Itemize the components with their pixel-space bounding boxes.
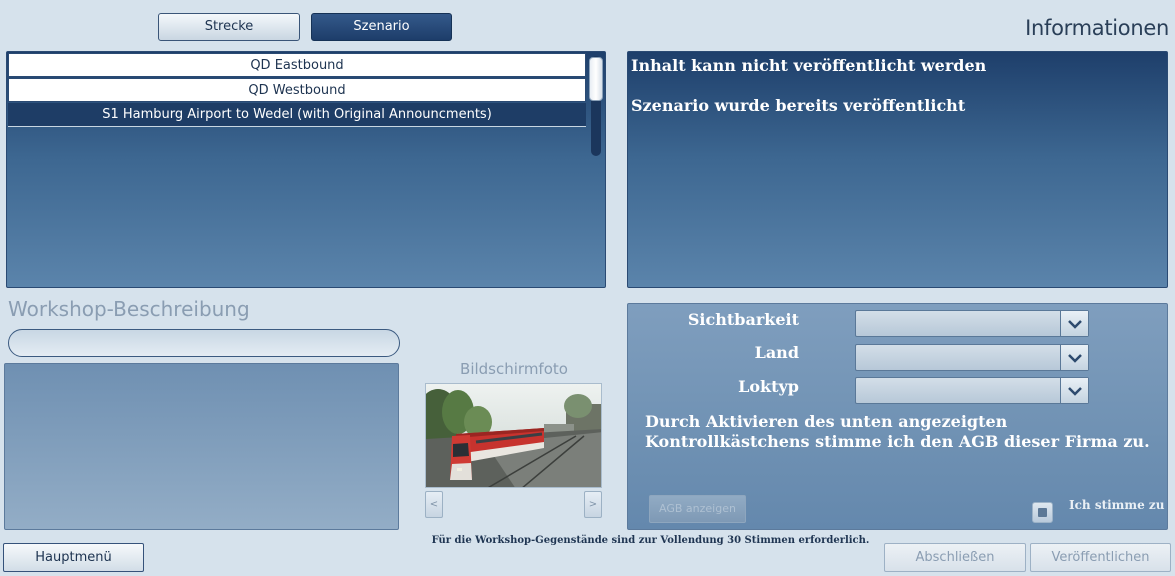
agree-checkbox[interactable] (1032, 502, 1053, 523)
train-screenshot-image (426, 384, 601, 487)
screenshot-preview (425, 383, 602, 488)
chevron-down-icon[interactable] (1060, 311, 1088, 336)
screenshot-label: Bildschirmfoto (460, 360, 568, 378)
scenario-list: QD Eastbound QD Westbound S1 Hamburg Air… (6, 51, 606, 288)
list-scrollbar-thumb[interactable] (589, 57, 603, 101)
loco-type-select[interactable] (855, 377, 1089, 404)
tab-szenario[interactable]: Szenario (311, 13, 452, 41)
country-label: Land (754, 343, 799, 362)
publish-settings-panel: Sichtbarkeit Land Loktyp Durch Aktiviere… (627, 303, 1168, 530)
list-item-selected[interactable]: S1 Hamburg Airport to Wedel (with Origin… (8, 103, 586, 127)
show-terms-button[interactable]: AGB anzeigen (649, 495, 746, 523)
screenshot-prev-button[interactable]: < (425, 491, 443, 518)
loco-type-label: Loktyp (738, 377, 799, 396)
info-message-publish: Inhalt kann nicht veröffentlicht werden (631, 56, 987, 75)
vote-requirement-note: Für die Workshop-Gegenstände sind zur Vo… (431, 535, 870, 546)
finish-button[interactable]: Abschließen (884, 543, 1026, 572)
chevron-down-icon[interactable] (1060, 378, 1088, 403)
main-menu-button[interactable]: Hauptmenü (3, 543, 144, 572)
chevron-down-icon[interactable] (1060, 345, 1088, 370)
screenshot-next-button[interactable]: > (584, 491, 602, 518)
terms-agreement-text: Durch Aktivieren des unten angezeigten K… (645, 412, 1150, 451)
info-message-published: Szenario wurde bereits veröffentlicht (631, 96, 966, 115)
publish-button[interactable]: Veröffentlichen (1030, 543, 1171, 572)
info-panel: Inhalt kann nicht veröffentlicht werden … (627, 51, 1168, 288)
checkbox-indicator (1038, 508, 1047, 517)
list-item[interactable]: QD Westbound (8, 78, 586, 102)
information-heading: Informationen (1025, 16, 1169, 40)
agree-checkbox-label: Ich stimme zu (1069, 498, 1165, 512)
visibility-select[interactable] (855, 310, 1089, 337)
workshop-description-textarea[interactable] (4, 363, 399, 530)
tab-strecke[interactable]: Strecke (158, 13, 300, 41)
visibility-label: Sichtbarkeit (687, 310, 799, 329)
country-select[interactable] (855, 344, 1089, 371)
workshop-title-input[interactable] (8, 329, 400, 357)
workshop-description-label: Workshop-Beschreibung (8, 297, 250, 321)
list-item[interactable]: QD Eastbound (8, 53, 586, 77)
